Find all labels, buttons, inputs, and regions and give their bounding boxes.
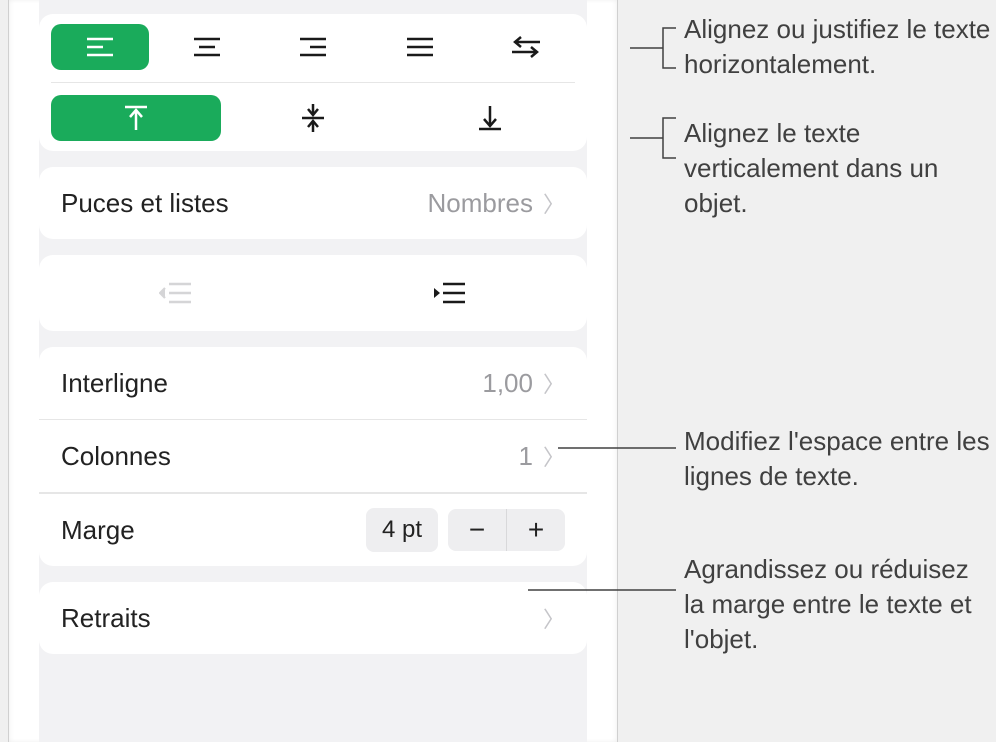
align-center-button[interactable] bbox=[158, 24, 256, 70]
retraits-group: Retraits 〉 bbox=[39, 582, 587, 654]
callout-line bbox=[528, 580, 678, 600]
marge-plus-button[interactable]: + bbox=[507, 509, 565, 551]
align-left-icon bbox=[85, 36, 115, 58]
marge-row: Marge 4 pt − + bbox=[39, 493, 587, 566]
callouts-layer: Alignez ou justifiez le texte horizontal… bbox=[618, 0, 996, 742]
outdent-icon bbox=[159, 280, 193, 306]
marge-label: Marge bbox=[61, 515, 135, 546]
callout-v-align: Alignez le texte verticalement dans un o… bbox=[684, 116, 984, 221]
horizontal-align-row bbox=[51, 24, 575, 83]
outdent-button[interactable] bbox=[66, 273, 286, 313]
interligne-label: Interligne bbox=[61, 368, 168, 399]
indent-button[interactable] bbox=[340, 273, 560, 313]
indent-icon bbox=[433, 280, 467, 306]
valign-bottom-icon bbox=[477, 104, 503, 132]
chevron-right-icon: 〉 bbox=[543, 187, 565, 219]
marge-value: 4 pt bbox=[366, 508, 438, 552]
valign-top-icon bbox=[123, 104, 149, 132]
vertical-align-row bbox=[51, 83, 575, 141]
bullets-value-wrap: Nombres 〉 bbox=[428, 187, 566, 219]
callout-line bbox=[558, 438, 678, 458]
chevron-right-icon: 〉 bbox=[543, 602, 565, 634]
colonnes-label: Colonnes bbox=[61, 441, 171, 472]
callout-line bbox=[618, 110, 678, 170]
callout-h-align: Alignez ou justifiez le texte horizontal… bbox=[684, 12, 994, 82]
text-direction-button[interactable] bbox=[477, 24, 575, 70]
valign-bottom-button[interactable] bbox=[405, 95, 575, 141]
spacing-group: Interligne 1,00 〉 Colonnes 1 〉 Marge 4 p… bbox=[39, 347, 587, 566]
marge-stepper: 4 pt − + bbox=[366, 508, 565, 552]
interligne-value: 1,00 bbox=[482, 368, 533, 399]
align-right-button[interactable] bbox=[264, 24, 362, 70]
chevron-right-icon: 〉 bbox=[543, 367, 565, 399]
interligne-row[interactable]: Interligne 1,00 〉 bbox=[39, 347, 587, 420]
retraits-row[interactable]: Retraits 〉 bbox=[39, 582, 587, 654]
align-center-icon bbox=[192, 36, 222, 58]
callout-marge: Agrandissez ou réduisez la marge entre l… bbox=[684, 552, 984, 657]
marge-minus-button[interactable]: − bbox=[448, 509, 506, 551]
indent-group bbox=[39, 255, 587, 331]
align-justify-icon bbox=[405, 36, 435, 58]
align-justify-button[interactable] bbox=[371, 24, 469, 70]
bullets-group: Puces et listes Nombres 〉 bbox=[39, 167, 587, 239]
align-left-button[interactable] bbox=[51, 24, 149, 70]
bullets-value: Nombres bbox=[428, 188, 533, 219]
interligne-value-wrap: 1,00 〉 bbox=[482, 367, 565, 399]
text-direction-icon bbox=[510, 35, 542, 59]
callout-line bbox=[618, 20, 678, 80]
format-panel: Puces et listes Nombres 〉 bbox=[39, 0, 587, 742]
bullets-row[interactable]: Puces et listes Nombres 〉 bbox=[39, 167, 587, 239]
format-panel-outer: Puces et listes Nombres 〉 bbox=[8, 0, 618, 742]
alignment-group bbox=[39, 14, 587, 151]
retraits-label: Retraits bbox=[61, 603, 151, 634]
valign-middle-button[interactable] bbox=[228, 95, 398, 141]
marge-stepper-ctrl: − + bbox=[448, 509, 565, 551]
callout-interligne: Modifiez l'espace entre les lignes de te… bbox=[684, 424, 996, 494]
bullets-label: Puces et listes bbox=[61, 188, 229, 219]
valign-middle-icon bbox=[300, 103, 326, 133]
colonnes-value: 1 bbox=[519, 441, 533, 472]
align-right-icon bbox=[298, 36, 328, 58]
valign-top-button[interactable] bbox=[51, 95, 221, 141]
colonnes-row[interactable]: Colonnes 1 〉 bbox=[39, 420, 587, 493]
